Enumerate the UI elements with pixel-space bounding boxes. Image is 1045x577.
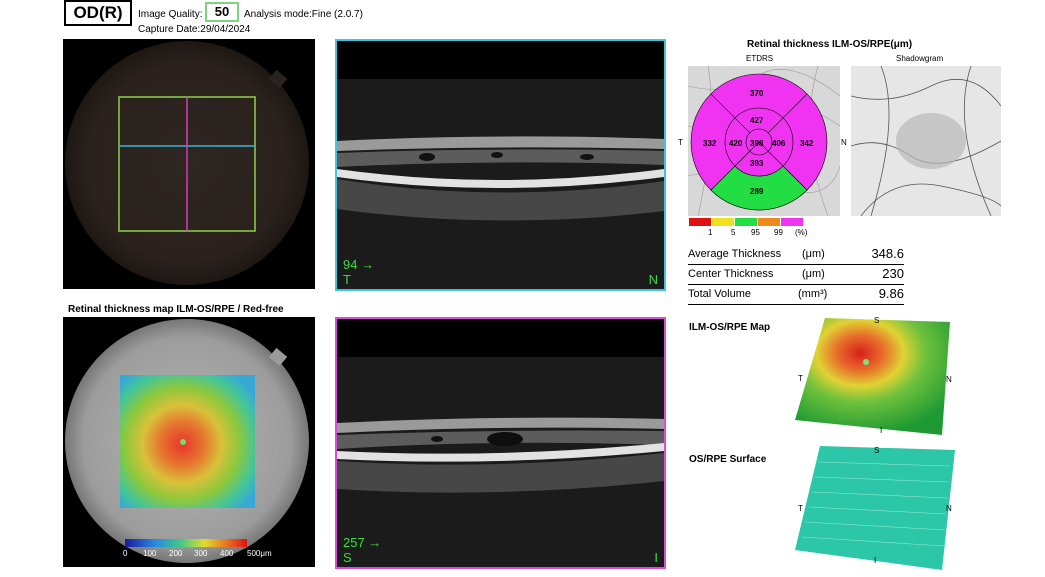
- ilm-map-title: ILM-OS/RPE Map: [689, 322, 771, 333]
- capture-date: Capture Date:29/04/2024: [138, 24, 251, 35]
- os-surface-title: OS/RPE Surface: [689, 454, 767, 465]
- legend-tick: 95: [751, 228, 760, 237]
- scan-bottom-number: 257 →: [343, 535, 382, 550]
- etdrs-inner-superior: 427: [750, 116, 764, 125]
- scale-tick: 400: [220, 549, 234, 558]
- measurement-row: Total Volume (mm³) 9.86: [688, 286, 904, 305]
- shadowgram-label: Shadowgram: [896, 54, 944, 63]
- etdrs-side-n: N: [841, 138, 847, 147]
- scale-tick: 500μm: [247, 549, 272, 558]
- etdrs-outer-nasal: 342: [800, 139, 814, 148]
- etdrs-title: Retinal thickness ILM-OS/RPE(μm): [747, 39, 913, 50]
- scan-top-left-label: T: [343, 272, 351, 287]
- oct-scan-top: 94 → T N: [335, 39, 666, 291]
- percentile-legend: [689, 218, 805, 227]
- measurement-row: Center Thickness (μm) 230: [688, 266, 904, 285]
- thickness-map-image: 0 100 200 300 400 500μm: [63, 317, 315, 567]
- measurement-unit: (mm³): [798, 288, 828, 300]
- legend-swatch: [735, 218, 757, 226]
- legend-tick: 5: [731, 228, 736, 237]
- etdrs-label: ETDRS: [746, 54, 774, 63]
- etdrs-chart: 370 427 332 420 398 406 342 393 289: [688, 66, 840, 216]
- legend-swatch: [689, 218, 711, 226]
- os-label-t: T: [798, 504, 803, 513]
- legend-swatch: [712, 218, 734, 226]
- ilm-label-t: T: [798, 374, 803, 383]
- image-quality-value: 50: [205, 2, 239, 22]
- os-label-s: S: [874, 446, 880, 455]
- legend-swatch: [781, 218, 803, 226]
- scan-top-right-label: N: [648, 272, 658, 287]
- measurement-label: Total Volume: [688, 288, 751, 300]
- scale-tick: 0: [123, 549, 128, 558]
- scale-tick: 100: [143, 549, 157, 558]
- legend-tick: 99: [774, 228, 783, 237]
- measurement-label: Average Thickness: [688, 248, 782, 260]
- measurement-value: 230: [882, 266, 904, 281]
- scan-bottom-right-label: I: [654, 550, 658, 565]
- os-label-i: I: [874, 556, 877, 565]
- scale-tick: 200: [169, 549, 183, 558]
- etdrs-inner-nasal: 406: [772, 139, 786, 148]
- thickness-map-title: Retinal thickness map ILM-OS/RPE / Red-f…: [68, 304, 284, 315]
- etdrs-outer-temporal: 332: [703, 139, 717, 148]
- os-label-n: N: [946, 504, 952, 513]
- measurement-row: Average Thickness (μm) 348.6: [688, 246, 904, 265]
- measurement-unit: (μm): [802, 248, 825, 260]
- ilm-label-i: I: [880, 426, 883, 435]
- os-surface-map: S T N I: [790, 442, 965, 577]
- scale-tick: 300: [194, 549, 208, 558]
- eye-label: OD(R): [64, 0, 132, 26]
- measurement-value: 348.6: [871, 246, 904, 261]
- analysis-mode: Analysis mode:Fine (2.0.7): [244, 9, 363, 20]
- oct-scan-bottom: 257 → S I: [335, 317, 666, 569]
- scan-top-number: 94 →: [343, 257, 375, 272]
- fundus-image: [63, 39, 315, 289]
- legend-swatch: [758, 218, 780, 226]
- measurement-unit: (μm): [802, 268, 825, 280]
- measurement-label: Center Thickness: [688, 268, 774, 280]
- etdrs-side-t: T: [678, 138, 683, 147]
- etdrs-center: 398: [750, 139, 764, 148]
- measurement-value: 9.86: [878, 286, 904, 301]
- etdrs-inner-inferior: 393: [750, 159, 764, 168]
- legend-tick: (%): [795, 228, 808, 237]
- ilm-label-s: S: [874, 316, 880, 325]
- etdrs-inner-temporal: 420: [729, 139, 743, 148]
- ilm-3d-map: S T N I: [790, 310, 965, 445]
- thickness-scale-ticks: 0 100 200 300 400 500μm: [123, 549, 273, 561]
- etdrs-outer-superior: 370: [750, 89, 764, 98]
- shadowgram-image: [851, 66, 1001, 216]
- etdrs-outer-inferior: 289: [750, 187, 764, 196]
- ilm-label-n: N: [946, 375, 952, 384]
- image-quality-label: Image Quality:: [138, 9, 203, 20]
- scan-bottom-left-label: S: [343, 550, 352, 565]
- legend-tick: 1: [708, 228, 713, 237]
